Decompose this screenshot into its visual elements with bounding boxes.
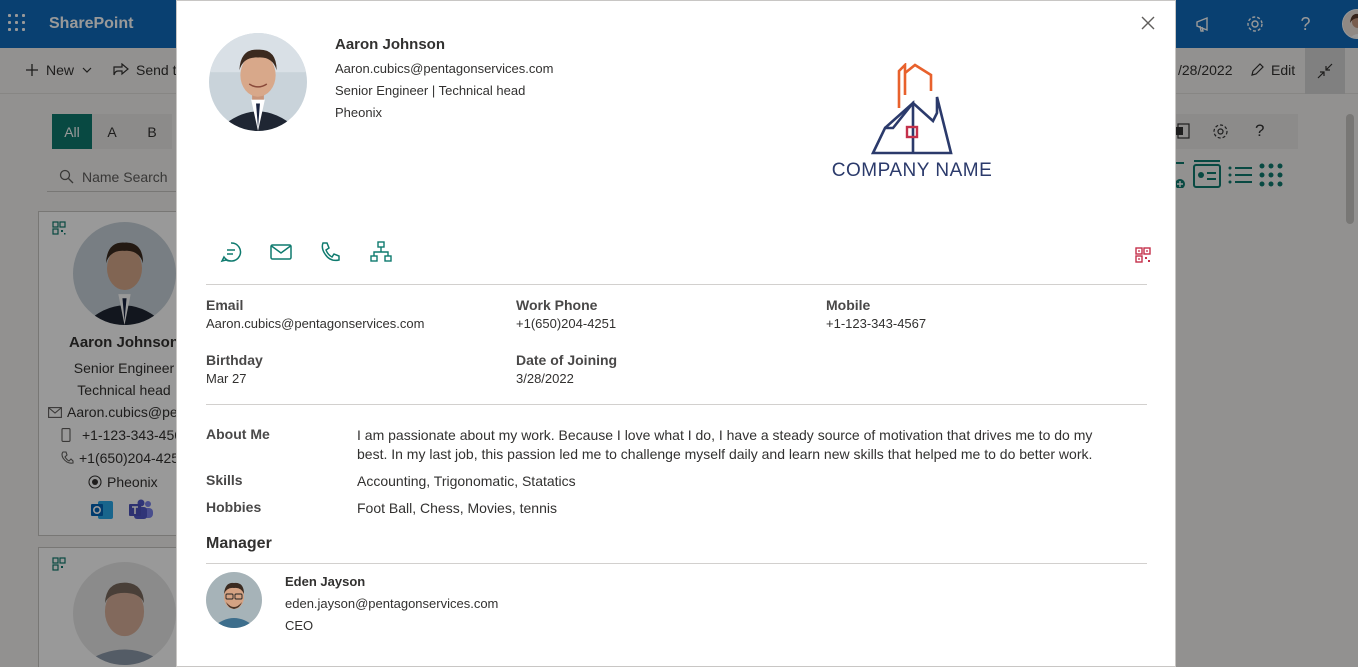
birthday-value: Mar 27 [206, 371, 247, 386]
profile-name: Aaron Johnson [335, 36, 446, 53]
mail-icon [270, 244, 292, 260]
email-value[interactable]: Aaron.cubics@pentagonservices.com [206, 316, 424, 331]
about-me-label: About Me [206, 426, 270, 442]
manager-name[interactable]: Eden Jayson [285, 574, 365, 589]
org-chart-icon [370, 241, 392, 262]
close-icon[interactable] [1139, 14, 1157, 32]
phone-icon [321, 242, 340, 262]
work-phone-value[interactable]: +1(650)204-4251 [516, 316, 616, 331]
about-me-line: I am passionate about my work. Because I… [357, 427, 1093, 443]
about-me-text: I am passionate about my work. Because I… [357, 426, 1117, 464]
divider [206, 563, 1147, 564]
chat-icon [220, 242, 242, 263]
about-me-line: best. In my last job, this passion led m… [357, 446, 1093, 462]
manager-title: CEO [285, 618, 314, 633]
email-button[interactable] [270, 239, 320, 265]
skills-value: Accounting, Trigonomatic, Statatics [357, 473, 576, 489]
email-label: Email [206, 297, 244, 313]
building-logo-icon [870, 61, 953, 155]
birthday-label: Birthday [206, 352, 263, 368]
chat-button[interactable] [220, 239, 270, 265]
call-button[interactable] [320, 239, 370, 265]
divider [206, 404, 1147, 405]
divider [206, 284, 1147, 285]
mobile-value[interactable]: +1-123-343-4567 [826, 316, 926, 331]
company-name: COMPANY NAME [831, 160, 993, 181]
profile-location: Pheonix [335, 105, 382, 120]
profile-email[interactable]: Aaron.cubics@pentagonservices.com [335, 61, 553, 76]
manager-section-title: Manager [206, 535, 272, 552]
hobbies-value: Foot Ball, Chess, Movies, tennis [357, 500, 557, 516]
org-chart-button[interactable] [370, 239, 420, 265]
hobbies-label: Hobbies [206, 499, 262, 515]
qr-code-icon[interactable] [1135, 247, 1151, 263]
mobile-label: Mobile [826, 297, 871, 313]
manager-photo[interactable] [206, 572, 262, 628]
profile-title: Senior Engineer | Technical head [335, 83, 526, 98]
manager-email[interactable]: eden.jayson@pentagonservices.com [285, 596, 498, 611]
company-logo: COMPANY NAME [817, 61, 1007, 185]
contact-actions [220, 239, 420, 265]
joining-date-value: 3/28/2022 [516, 371, 574, 386]
work-phone-label: Work Phone [516, 297, 598, 313]
joining-date-label: Date of Joining [516, 352, 618, 368]
profile-panel: Aaron Johnson Aaron.cubics@pentagonservi… [176, 0, 1176, 667]
profile-photo [209, 33, 307, 131]
skills-label: Skills [206, 472, 243, 488]
